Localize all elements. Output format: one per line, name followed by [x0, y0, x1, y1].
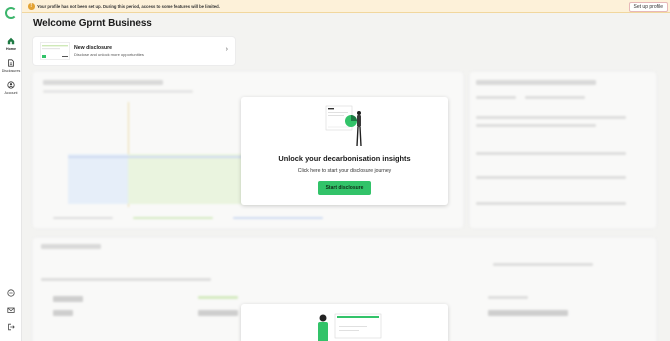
gprnt-logo [5, 7, 17, 19]
new-disclosure-card[interactable]: New disclosure Disclose and unlock more … [33, 37, 235, 65]
help-icon[interactable] [7, 289, 15, 297]
sidebar-item-home[interactable]: Home [0, 37, 22, 51]
secondary-modal [241, 304, 448, 341]
modal-title: Unlock your decarbonisation insights [278, 154, 411, 163]
sidebar-item-label: Disclosures [1, 69, 21, 73]
chevron-right-icon: › [225, 46, 228, 53]
logout-icon[interactable] [7, 323, 15, 331]
warning-icon: ! [28, 3, 35, 10]
document-icon [8, 59, 14, 67]
disclosure-card-subtitle: Disclose and unlock more opportunities [74, 52, 144, 57]
banner-message: Your profile has not been set up. During… [37, 4, 220, 9]
page-title: Welcome Gprnt Business [33, 18, 152, 29]
sidebar: Home Disclosures Account [0, 0, 22, 341]
locked-actions-panel [470, 72, 656, 228]
profile-warning-banner: ! Your profile has not been set up. Duri… [22, 0, 670, 13]
sidebar-item-account[interactable]: Account [0, 81, 22, 95]
insights-illustration [325, 105, 362, 147]
peers-illustration [318, 313, 382, 341]
set-up-profile-button[interactable]: Set up profile [628, 1, 668, 12]
disclosure-card-title: New disclosure [74, 45, 113, 51]
user-icon [7, 81, 15, 89]
mail-icon[interactable] [7, 306, 15, 314]
sidebar-item-label: Home [6, 47, 16, 51]
disclosure-illustration [40, 42, 70, 60]
sidebar-item-disclosures[interactable]: Disclosures [0, 59, 22, 73]
sidebar-item-label: Account [4, 91, 18, 95]
modal-subtitle: Click here to start your disclosure jour… [297, 168, 392, 174]
start-disclosure-button[interactable]: Start disclosure [318, 181, 371, 195]
unlock-insights-modal: Unlock your decarbonisation insights Cli… [241, 97, 448, 205]
home-icon [7, 37, 15, 45]
